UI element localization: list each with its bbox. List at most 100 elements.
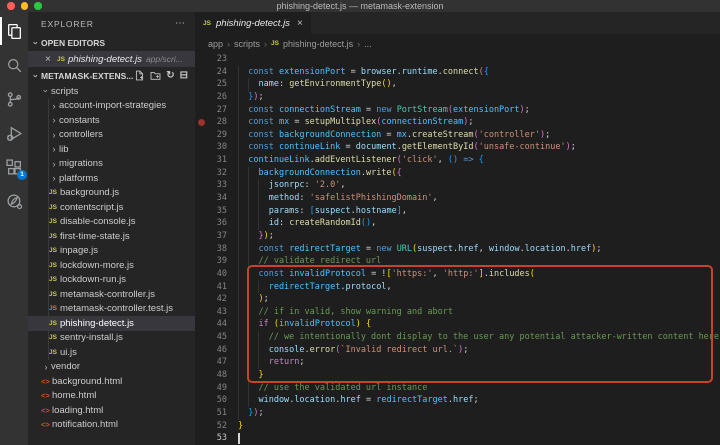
- tree-item[interactable]: JSdisable-console.js: [28, 215, 195, 230]
- new-folder-icon[interactable]: [150, 70, 161, 81]
- source-control-icon[interactable]: [0, 85, 28, 113]
- tree-item[interactable]: JSbackground.js: [28, 186, 195, 201]
- glyph-margin[interactable]: [195, 66, 207, 79]
- glyph-margin[interactable]: [195, 217, 207, 230]
- glyph-margin[interactable]: [195, 281, 207, 294]
- tree-item[interactable]: JSsentry-install.js: [28, 331, 195, 346]
- code-line[interactable]: 33jsonrpc: '2.0',: [195, 179, 720, 192]
- code-area[interactable]: 2324const extensionPort = browser.runtim…: [195, 53, 720, 445]
- code-line[interactable]: 25name: getEnvironmentType(),: [195, 78, 720, 91]
- code-line[interactable]: 51});: [195, 407, 720, 420]
- glyph-margin[interactable]: [195, 318, 207, 331]
- explorer-icon[interactable]: [0, 17, 28, 45]
- code-line[interactable]: 35params: [suspect.hostname],: [195, 205, 720, 218]
- code-line[interactable]: 49// use the validated url instance: [195, 382, 720, 395]
- tree-item[interactable]: ›constants: [28, 113, 195, 128]
- code-line[interactable]: 42);: [195, 293, 720, 306]
- tree-item[interactable]: ›controllers: [28, 128, 195, 143]
- glyph-margin[interactable]: [195, 407, 207, 420]
- code-line[interactable]: 53: [195, 432, 720, 445]
- code-line[interactable]: 43// if in valid, show warning and abort: [195, 306, 720, 319]
- glyph-margin[interactable]: [195, 205, 207, 218]
- glyph-margin[interactable]: [195, 344, 207, 357]
- code-line[interactable]: 28const mx = setupMultiplex(connectionSt…: [195, 116, 720, 129]
- tree-item[interactable]: <>home.html: [28, 389, 195, 404]
- code-line[interactable]: 44if (invalidProtocol) {: [195, 318, 720, 331]
- tree-item[interactable]: JSphishing-detect.js: [28, 316, 195, 331]
- breadcrumb-item[interactable]: app: [208, 39, 223, 49]
- glyph-margin[interactable]: [195, 268, 207, 281]
- workspace-section-header[interactable]: › METAMASK-EXTENS... ↻ ⊟: [28, 67, 195, 84]
- code-line[interactable]: 27const connectionStream = new PortStrea…: [195, 104, 720, 117]
- glyph-margin[interactable]: [195, 394, 207, 407]
- tree-item[interactable]: JSui.js: [28, 345, 195, 360]
- tree-item[interactable]: <>background.html: [28, 374, 195, 389]
- code-line[interactable]: 45// we intentionally dont display to th…: [195, 331, 720, 344]
- code-line[interactable]: 23: [195, 53, 720, 66]
- code-line[interactable]: 30const continueLink = document.getEleme…: [195, 141, 720, 154]
- glyph-margin[interactable]: [195, 167, 207, 180]
- glyph-margin[interactable]: [195, 78, 207, 91]
- search-icon[interactable]: [0, 51, 28, 79]
- code-line[interactable]: 26});: [195, 91, 720, 104]
- tab-phishing-detect[interactable]: JS phishing-detect.js ×: [195, 12, 311, 34]
- tree-item[interactable]: JSmetamask-controller.js: [28, 287, 195, 302]
- code-line[interactable]: 50window.location.href = redirectTarget.…: [195, 394, 720, 407]
- run-and-debug-icon[interactable]: [0, 119, 28, 147]
- code-line[interactable]: 36id: createRandomId(),: [195, 217, 720, 230]
- close-editor-icon[interactable]: ×: [45, 54, 57, 65]
- close-tab-icon[interactable]: ×: [297, 18, 303, 29]
- glyph-margin[interactable]: [195, 116, 207, 129]
- glyph-margin[interactable]: [195, 432, 207, 445]
- code-line[interactable]: 46console.error(`Invalid redirect url.`)…: [195, 344, 720, 357]
- code-line[interactable]: 37});: [195, 230, 720, 243]
- glyph-margin[interactable]: [195, 255, 207, 268]
- glyph-margin[interactable]: [195, 356, 207, 369]
- glyph-margin[interactable]: [195, 91, 207, 104]
- tree-item[interactable]: ›lib: [28, 142, 195, 157]
- breakpoint-icon[interactable]: [198, 119, 205, 126]
- tree-item[interactable]: JSinpage.js: [28, 244, 195, 259]
- more-actions-icon[interactable]: ⋯: [175, 19, 185, 29]
- code-line[interactable]: 52}: [195, 420, 720, 433]
- tree-item[interactable]: ›migrations: [28, 157, 195, 172]
- tree-item[interactable]: ›vendor: [28, 360, 195, 375]
- code-line[interactable]: 24const extensionPort = browser.runtime.…: [195, 66, 720, 79]
- glyph-margin[interactable]: [195, 129, 207, 142]
- tree-item[interactable]: JSlockdown-run.js: [28, 273, 195, 288]
- tree-item[interactable]: <>notification.html: [28, 418, 195, 433]
- glyph-margin[interactable]: [195, 382, 207, 395]
- glyph-margin[interactable]: [195, 179, 207, 192]
- glyph-margin[interactable]: [195, 192, 207, 205]
- refresh-icon[interactable]: ↻: [166, 70, 174, 81]
- extensions-icon[interactable]: 1: [0, 153, 28, 181]
- glyph-margin[interactable]: [195, 369, 207, 382]
- breadcrumb-item[interactable]: scripts: [234, 39, 260, 49]
- new-file-icon[interactable]: [134, 70, 145, 81]
- glyph-margin[interactable]: [195, 141, 207, 154]
- glyph-margin[interactable]: [195, 331, 207, 344]
- glyph-margin[interactable]: [195, 243, 207, 256]
- tree-item[interactable]: JSlockdown-more.js: [28, 258, 195, 273]
- open-editors-header[interactable]: › OPEN EDITORS: [28, 35, 195, 51]
- glyph-margin[interactable]: [195, 154, 207, 167]
- breadcrumb-item[interactable]: JSphishing-detect.js: [271, 39, 353, 49]
- tree-item[interactable]: ›platforms: [28, 171, 195, 186]
- code-line[interactable]: 48}: [195, 369, 720, 382]
- code-line[interactable]: 29const backgroundConnection = mx.create…: [195, 129, 720, 142]
- tree-item[interactable]: JSfirst-time-state.js: [28, 229, 195, 244]
- code-line[interactable]: 41redirectTarget.protocol,: [195, 281, 720, 294]
- glyph-margin[interactable]: [195, 420, 207, 433]
- glyph-margin[interactable]: [195, 230, 207, 243]
- open-editor-item[interactable]: × JS phishing-detect.js app/scri...: [28, 51, 195, 67]
- code-line[interactable]: 32backgroundConnection.write({: [195, 167, 720, 180]
- code-line[interactable]: 31continueLink.addEventListener('click',…: [195, 154, 720, 167]
- code-line[interactable]: 34method: 'safelistPhishingDomain',: [195, 192, 720, 205]
- code-line[interactable]: 39// validate redirect url: [195, 255, 720, 268]
- collapse-all-icon[interactable]: ⊟: [180, 70, 188, 81]
- extension-circle-icon[interactable]: [0, 187, 28, 215]
- code-line[interactable]: 38const redirectTarget = new URL(suspect…: [195, 243, 720, 256]
- glyph-margin[interactable]: [195, 104, 207, 117]
- glyph-margin[interactable]: [195, 53, 207, 66]
- code-line[interactable]: 40const invalidProtocol = !['https:', 'h…: [195, 268, 720, 281]
